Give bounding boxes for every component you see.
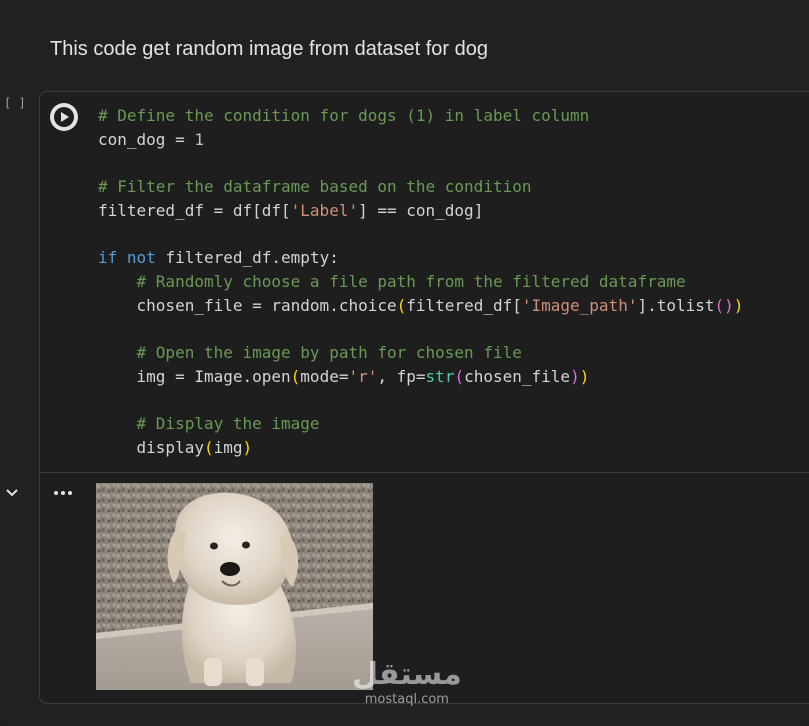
- watermark-arabic: مستقل: [352, 657, 462, 692]
- code-text: filtered_df.empty:: [155, 248, 339, 268]
- code-bracket: (: [396, 295, 407, 315]
- code-string: 'Image_path': [521, 295, 638, 315]
- code-text: chosen_file = random.choice: [98, 295, 397, 315]
- code-keyword: not: [126, 248, 156, 268]
- code-bracket: (): [714, 295, 734, 315]
- code-bracket: ): [242, 437, 253, 457]
- code-bracket: ): [570, 366, 580, 386]
- code-comment: # Define the condition for dogs (1) in l…: [98, 106, 590, 125]
- code-number: 1: [194, 129, 204, 149]
- markdown-cell-text: This code get random image from dataset …: [50, 38, 489, 60]
- code-text: mode=: [300, 366, 349, 386]
- code-bracket: (: [203, 437, 214, 457]
- code-text: img: [213, 437, 243, 457]
- code-text: display: [98, 437, 204, 457]
- code-string: 'r': [348, 366, 378, 386]
- code-bracket: ): [579, 366, 590, 386]
- code-keyword: if: [98, 248, 118, 268]
- execution-count: [ ]: [4, 96, 26, 110]
- code-comment: # Filter the dataframe based on the cond…: [98, 177, 532, 197]
- code-string: 'Label': [290, 200, 359, 220]
- more-horiz-icon[interactable]: [54, 486, 76, 500]
- chevron-down-icon[interactable]: [4, 485, 20, 501]
- code-editor[interactable]: # Define the condition for dogs (1) in l…: [98, 104, 743, 460]
- dog-output-image: [96, 483, 373, 690]
- run-cell-button[interactable]: [50, 103, 78, 131]
- play-icon: [51, 104, 77, 130]
- output-divider: [40, 472, 809, 473]
- notebook-panel: This code get random image from dataset …: [0, 0, 809, 726]
- watermark: مستقل mostaql.com: [352, 657, 462, 708]
- code-text: img = Image.open: [98, 366, 291, 386]
- code-text: filtered_df = df[df[: [98, 200, 291, 220]
- code-bracket: (: [290, 366, 301, 386]
- code-bracket: (: [454, 366, 465, 386]
- code-text: filtered_df[: [406, 295, 522, 315]
- code-comment: # Open the image by path for chosen file: [98, 343, 522, 363]
- code-text: ].tolist: [637, 295, 715, 315]
- code-comment: # Randomly choose a file path from the f…: [98, 271, 686, 291]
- code-text: chosen_file: [464, 366, 571, 386]
- watermark-latin: mostaql.com: [364, 692, 449, 707]
- code-comment: # Display the image: [98, 414, 320, 434]
- code-builtin: str: [425, 366, 455, 386]
- code-text: , fp=: [377, 366, 426, 386]
- code-bracket: ): [733, 295, 744, 315]
- code-text: ] == con_dog]: [358, 200, 484, 220]
- code-text: con_dog =: [98, 129, 195, 149]
